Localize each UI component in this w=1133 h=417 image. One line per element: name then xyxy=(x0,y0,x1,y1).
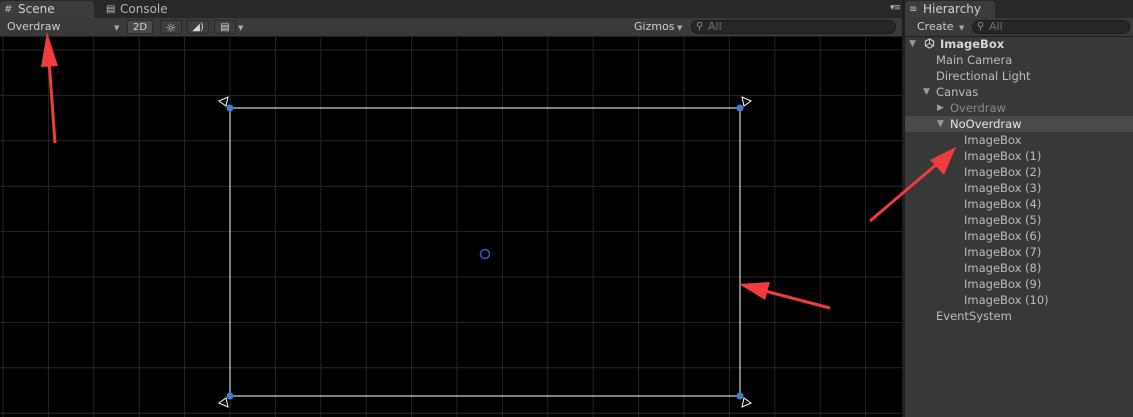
gizmos-label: Gizmos xyxy=(634,20,675,33)
sun-icon[interactable]: ☼ xyxy=(160,20,182,35)
pivot-handle[interactable] xyxy=(479,248,491,260)
hierarchy-item-imagebox-3[interactable]: ImageBox (3) xyxy=(905,180,1133,196)
corner-handle-top-right[interactable] xyxy=(736,104,744,112)
tab-scene-label: Scene xyxy=(18,2,55,16)
hierarchy-item-label: Canvas xyxy=(936,85,979,99)
corner-handle-bottom-right[interactable] xyxy=(736,392,744,400)
hierarchy-item-label: ImageBox (1) xyxy=(964,149,1042,163)
chevron-down-icon: ▼ xyxy=(677,24,683,32)
hierarchy-icon: ≡ xyxy=(909,4,918,15)
hierarchy-item-canvas[interactable]: ▼ Canvas xyxy=(905,84,1133,100)
search-icon: ⚲ xyxy=(977,21,985,32)
hierarchy-item-label: NoOverdraw xyxy=(950,117,1022,131)
hierarchy-item-label: ImageBox (2) xyxy=(964,165,1042,179)
hierarchy-item-imagebox-9[interactable]: ImageBox (9) xyxy=(905,276,1133,292)
hierarchy-item-imagebox-7[interactable]: ImageBox (7) xyxy=(905,244,1133,260)
hierarchy-item-label: EventSystem xyxy=(936,309,1012,323)
hierarchy-item-imagebox-1[interactable]: ImageBox (1) xyxy=(905,148,1133,164)
hierarchy-search-input[interactable]: ⚲ All xyxy=(972,20,1130,34)
tab-hierarchy[interactable]: ≡ Hierarchy xyxy=(905,1,995,18)
tab-console-label: Console xyxy=(120,2,168,16)
draw-mode-value: Overdraw xyxy=(7,20,61,33)
hierarchy-item-label: ImageBox (3) xyxy=(964,181,1042,195)
chevron-down-icon: ▼ xyxy=(114,24,120,32)
chevron-down-icon: ▼ xyxy=(959,24,965,32)
hierarchy-search-placeholder: All xyxy=(989,20,1003,33)
scene-search-input[interactable]: ⚲ All xyxy=(691,20,896,34)
hierarchy-item-label: ImageBox (4) xyxy=(964,197,1042,211)
hierarchy-item-imagebox-8[interactable]: ImageBox (8) xyxy=(905,260,1133,276)
expand-arrow-icon[interactable]: ▼ xyxy=(909,36,916,52)
expand-arrow-icon[interactable]: ▼ xyxy=(937,116,944,132)
hierarchy-item-imagebox[interactable]: ImageBox xyxy=(905,132,1133,148)
scene-canvas xyxy=(0,37,902,417)
hierarchy-item-label: ImageBox (5) xyxy=(964,213,1042,227)
hierarchy-item-directional-light[interactable]: Directional Light xyxy=(905,68,1133,84)
hierarchy-item-label: ImageBox (10) xyxy=(964,293,1049,307)
hierarchy-item-imagebox-10[interactable]: ImageBox (10) xyxy=(905,292,1133,308)
tab-scene[interactable]: # Scene xyxy=(0,1,94,18)
scene-search-placeholder: All xyxy=(708,20,722,33)
tab-hierarchy-label: Hierarchy xyxy=(923,2,982,16)
hierarchy-item-imagebox-4[interactable]: ImageBox (4) xyxy=(905,196,1133,212)
hierarchy-item-label: ImageBox (7) xyxy=(964,245,1042,259)
hierarchy-item-label: ImageBox xyxy=(940,37,1005,51)
scene-viewport[interactable] xyxy=(0,37,902,417)
expand-arrow-icon[interactable]: ▼ xyxy=(923,84,930,100)
image-icon[interactable]: ▤ xyxy=(214,20,236,34)
collapse-arrow-icon[interactable]: ▶ xyxy=(937,100,944,116)
hierarchy-item-label: ImageBox (6) xyxy=(964,229,1042,243)
scene-grid xyxy=(0,37,902,417)
hierarchy-item-label: ImageBox xyxy=(964,133,1022,147)
hierarchy-item-label: Directional Light xyxy=(936,69,1031,83)
rotate-cursor-top-right[interactable] xyxy=(741,96,753,107)
hierarchy-item-nooverdraw[interactable]: ▼ NoOverdraw xyxy=(905,116,1133,132)
scene-tabstrip: # Scene ▤ Console ▾≡ xyxy=(0,0,902,18)
draw-mode-dropdown[interactable]: Overdraw ▼ xyxy=(7,20,120,34)
scene-panel: # Scene ▤ Console ▾≡ Overdraw ▼ 2D ☼ ◢) … xyxy=(0,0,902,417)
rect-transform-outline[interactable] xyxy=(229,107,741,397)
hierarchy-item-main-camera[interactable]: Main Camera xyxy=(905,52,1133,68)
hierarchy-item-label: ImageBox (8) xyxy=(964,261,1042,275)
scene-toolbar: Overdraw ▼ 2D ☼ ◢) ▤ ▼ Gizmos ▼ ⚲ All xyxy=(0,18,902,37)
grid-icon: # xyxy=(4,4,13,15)
hierarchy-tree: ▼ ImageBox Main Camera Directional Light… xyxy=(905,36,1133,324)
hierarchy-item-scene-root[interactable]: ▼ ImageBox xyxy=(905,36,1133,52)
hierarchy-item-overdraw[interactable]: ▶ Overdraw xyxy=(905,100,1133,116)
hierarchy-item-imagebox-6[interactable]: ImageBox (6) xyxy=(905,228,1133,244)
gizmos-dropdown[interactable]: Gizmos ▼ xyxy=(634,20,684,34)
hierarchy-item-imagebox-5[interactable]: ImageBox (5) xyxy=(905,212,1133,228)
console-icon: ▤ xyxy=(106,4,116,15)
rotate-cursor-bottom-right[interactable] xyxy=(741,397,753,408)
hierarchy-item-label: ImageBox (9) xyxy=(964,277,1042,291)
create-dropdown[interactable]: Create ▼ xyxy=(917,20,965,34)
rotate-cursor-top-left[interactable] xyxy=(217,96,229,107)
hierarchy-item-label: Overdraw xyxy=(950,101,1006,115)
toggle-2d-label: 2D xyxy=(132,22,148,33)
hierarchy-toolbar: Create ▼ ⚲ All xyxy=(905,18,1133,37)
search-icon: ⚲ xyxy=(696,21,704,32)
hierarchy-panel: ≡ Hierarchy Create ▼ ⚲ All ▼ ImageBox Ma… xyxy=(905,0,1133,417)
toggle-2d-button[interactable]: 2D xyxy=(127,20,153,34)
rotate-cursor-bottom-left[interactable] xyxy=(217,397,229,408)
effects-dropdown-icon[interactable]: ▼ xyxy=(238,24,243,32)
create-label: Create xyxy=(917,20,954,33)
corner-handle-bottom-left[interactable] xyxy=(226,392,234,400)
hierarchy-tabstrip: ≡ Hierarchy xyxy=(905,0,1133,18)
panel-menu-icon[interactable]: ▾≡ xyxy=(890,3,901,13)
unity-scene-icon xyxy=(924,38,935,49)
hierarchy-item-label: Main Camera xyxy=(936,53,1013,67)
hierarchy-item-eventsystem[interactable]: EventSystem xyxy=(905,308,1133,324)
hierarchy-item-imagebox-2[interactable]: ImageBox (2) xyxy=(905,164,1133,180)
corner-handle-top-left[interactable] xyxy=(226,104,234,112)
speaker-icon[interactable]: ◢) xyxy=(187,20,209,34)
tab-console[interactable]: ▤ Console xyxy=(102,1,192,18)
